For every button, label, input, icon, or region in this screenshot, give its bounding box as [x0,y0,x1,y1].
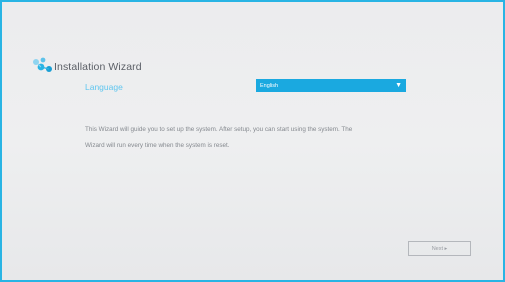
language-label: Language [85,82,123,92]
brand-logo-icon [33,57,52,72]
description-line: Wizard will run every time when the syst… [85,142,230,149]
language-select[interactable]: English ▼ [256,79,406,92]
next-button[interactable]: Next ▸ [408,241,471,256]
triangle-down-icon: ▼ [395,82,402,89]
wizard-description: This Wizard will guide you to set up the… [85,122,445,154]
language-selected-value: English [260,82,279,89]
description-line: This Wizard will guide you to set up the… [85,126,353,133]
installation-wizard-screen: Installation Wizard Language English ▼ T… [0,0,505,282]
page-title: Installation Wizard [54,61,142,73]
